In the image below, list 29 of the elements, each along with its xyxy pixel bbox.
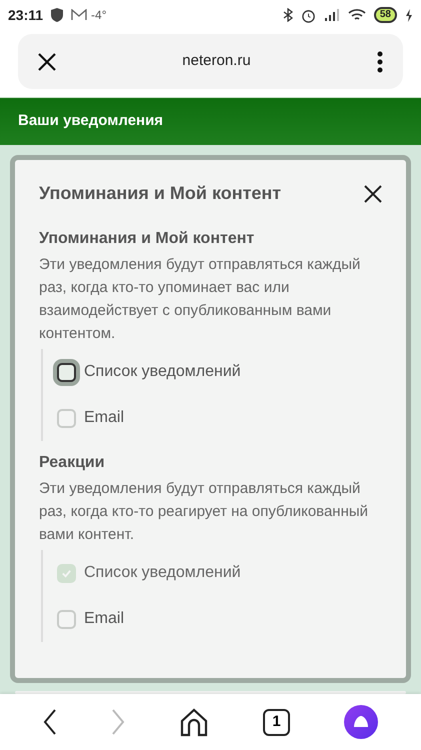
checkbox-label: Email xyxy=(84,408,124,428)
wifi-icon xyxy=(348,8,366,22)
status-time: 23:11 xyxy=(8,6,44,24)
url-text[interactable]: neteron.ru xyxy=(56,50,377,73)
section-title: Упоминания и Мой контент xyxy=(39,229,256,249)
charging-icon xyxy=(405,8,413,22)
bluetooth-icon xyxy=(282,8,293,22)
section-description: Эти уведомления будут отправляться каждый раз, когда кто-то упоминает вас или взаимодействует с опубликованным вами контентом. xyxy=(39,255,362,344)
checkbox-label: Список уведомлений xyxy=(84,362,241,382)
back-icon[interactable] xyxy=(43,709,57,735)
close-icon[interactable] xyxy=(364,184,382,202)
assistant-icon[interactable] xyxy=(344,705,378,739)
checkbox-label: Список уведомлений xyxy=(84,563,241,583)
home-icon[interactable] xyxy=(179,707,209,737)
section-title: Реакции xyxy=(39,453,106,473)
dialog-title: Упоминания и Мой контент xyxy=(39,182,282,205)
tabs-button[interactable]: 1 xyxy=(263,708,290,736)
temperature: -4° xyxy=(91,7,107,24)
check-icon xyxy=(61,568,72,578)
close-icon[interactable] xyxy=(38,52,56,70)
signal-icon xyxy=(324,9,340,21)
header-title: Ваши уведомления xyxy=(18,111,164,132)
checkbox-label: Email xyxy=(84,609,124,629)
shield-icon xyxy=(51,8,64,22)
alarm-icon xyxy=(300,8,316,22)
section-description: Эти уведомления будут отправляться каждый раз, когда кто-то реагирует на опубликованный вами контент. xyxy=(39,479,370,545)
menu-icon[interactable] xyxy=(377,50,383,72)
mail-icon xyxy=(71,9,88,21)
battery-indicator: 58 xyxy=(374,7,397,23)
